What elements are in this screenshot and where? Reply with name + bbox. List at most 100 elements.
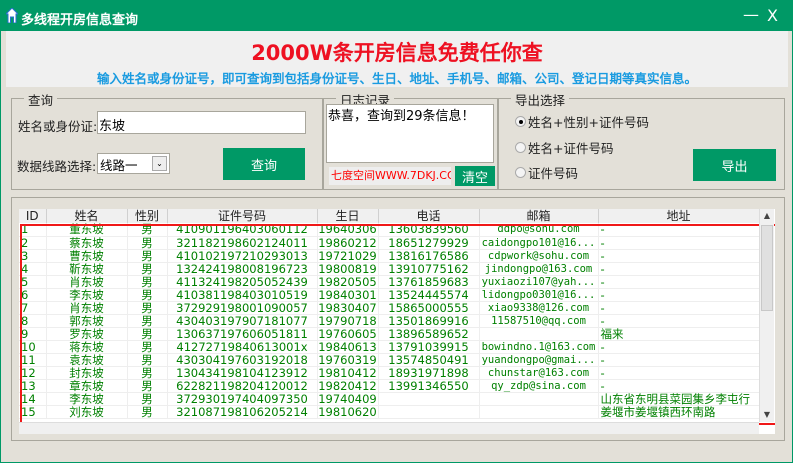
log-textarea[interactable]: 恭喜，查询到29条信息！ (326, 104, 494, 163)
radio-unchecked[interactable] (515, 167, 526, 178)
table-cell: 7 (19, 301, 47, 315)
table-cell: chunstar@163.com (479, 366, 599, 380)
export-option-id[interactable]: 证件号码 (515, 163, 578, 182)
table-cell: 19640306 (317, 223, 379, 237)
export-option-name-id[interactable]: 姓名+证件号码 (515, 138, 613, 157)
table-cell: 男 (127, 249, 168, 263)
headline: 2000W条开房信息免费任你查 (251, 41, 543, 65)
query-button[interactable]: 查询 (223, 148, 305, 180)
option-label: 姓名+证件号码 (528, 141, 614, 156)
table-cell: 411324198205052439 (167, 275, 318, 289)
table-row[interactable]: 11 袁东坡男 430304197603192018 19760319 13574850… (19, 353, 760, 367)
table-row[interactable]: 1 董东坡男 410901196403060112 19640306 136038395… (19, 223, 760, 237)
column-header[interactable]: 电话 (378, 209, 480, 223)
home-icon (6, 8, 18, 23)
table-cell (378, 405, 480, 419)
minimize-button[interactable]: — (743, 5, 759, 24)
table-cell: lidongpo0301@16... (479, 288, 599, 302)
table-row[interactable]: 3 曹东坡男 410102197210293013 19721029 138161765… (19, 249, 760, 263)
table-row[interactable]: 15 刘东坡男 321087198106205214 19810620 姜堰市姜堰镇西环… (19, 405, 760, 419)
table-row[interactable]: 14 李东坡男 372930197404097350 19740409 山东省东明县菜园… (19, 392, 760, 406)
table-cell: 13574850491 (378, 353, 480, 367)
table-cell: 130434198104123912 (167, 366, 318, 380)
table-cell: 13603839560 (378, 223, 480, 237)
scroll-up-icon[interactable]: ▲ (760, 209, 774, 223)
column-header[interactable]: 证件号码 (167, 209, 318, 223)
table-cell: 男 (127, 301, 168, 315)
column-header[interactable]: 地址 (598, 209, 760, 223)
clear-button[interactable]: 清空 (455, 166, 495, 186)
table-cell: yuandongpo@gmai... (479, 353, 599, 367)
table-cell: 372930197404097350 (167, 392, 318, 406)
line-select[interactable]: 线路一 ⌄ (97, 153, 170, 174)
column-header[interactable]: 生日 (317, 209, 379, 223)
name-input[interactable]: 东坡 (97, 111, 306, 134)
chevron-down-icon[interactable]: ⌄ (152, 156, 167, 171)
table-cell: 130637197606051811 (167, 327, 318, 341)
table-cell: - (598, 223, 760, 237)
radio-checked[interactable] (515, 116, 526, 127)
table-cell: caidongpo101@16... (479, 236, 599, 250)
line-select-value: 线路一 (100, 158, 138, 173)
table-row[interactable]: 7 肖东坡男 372929198001090057 19830407 158650005… (19, 301, 760, 315)
table-cell: 福来 (598, 327, 760, 341)
vertical-scrollbar[interactable]: ▲ ▼ (759, 209, 774, 422)
table-cell: 男 (127, 327, 168, 341)
radio-unchecked[interactable] (515, 142, 526, 153)
column-header[interactable]: 姓名 (46, 209, 128, 223)
table-cell: 15 (19, 405, 47, 419)
table-cell: 董东坡 (46, 223, 128, 237)
table-row[interactable]: 4 靳东坡男 132424198008196723 19800819 139107751… (19, 262, 760, 276)
table-cell: 9 (19, 327, 47, 341)
export-legend: 导出选择 (511, 90, 570, 109)
table-cell: 男 (127, 223, 168, 237)
table-cell: 男 (127, 379, 168, 393)
scroll-down-icon[interactable]: ▼ (760, 408, 774, 422)
table-cell: 13501869916 (378, 314, 480, 328)
table-cell: 男 (127, 275, 168, 289)
results-table: ID 姓名 性别 证件号码 生日 电话 邮箱 地址 1 董东坡男 4109011964030601… (19, 209, 775, 434)
table-cell: - (598, 353, 760, 367)
table-cell: 刘东坡 (46, 405, 128, 419)
table-cell: - (598, 340, 760, 354)
table-cell: 男 (127, 353, 168, 367)
table-cell: 肖东坡 (46, 301, 128, 315)
query-legend: 查询 (24, 90, 58, 109)
table-cell: 男 (127, 262, 168, 276)
table-cell: 19760319 (317, 353, 379, 367)
table-cell: - (598, 288, 760, 302)
table-cell (479, 405, 599, 419)
table-cell: 19830407 (317, 301, 379, 315)
export-button[interactable]: 导出 (693, 149, 776, 181)
table-cell: 郭东坡 (46, 314, 128, 328)
table-row[interactable]: 12 封东坡男 130434198104123912 19810412 18931971… (19, 366, 760, 380)
scroll-thumb[interactable] (761, 225, 773, 311)
table-row[interactable]: 5 肖东坡男 411324198205052439 19820505 137618596… (19, 275, 760, 289)
table-cell: 18931971898 (378, 366, 480, 380)
table-cell (479, 392, 599, 406)
table-cell: 蒋东坡 (46, 340, 128, 354)
table-row[interactable]: 13 章东坡男 622821198204120012 19820412 13991346… (19, 379, 760, 393)
export-option-name-gender-id[interactable]: 姓名+性别+证件号码 (515, 112, 649, 131)
table-cell: 14 (19, 392, 47, 406)
table-row[interactable]: 8 郭东坡男 430403197907181077 19790718 135018699… (19, 314, 760, 328)
table-row[interactable]: 9 罗东坡男 130637197606051811 19760605 138965896… (19, 327, 760, 341)
table-row[interactable]: 10 蒋东坡男 412727198406130​01x 19840613 1379103… (19, 340, 760, 354)
table-cell: 男 (127, 236, 168, 250)
horizontal-scrollbar[interactable] (19, 422, 759, 434)
table-cell: 李东坡 (46, 392, 128, 406)
table-cell: 封东坡 (46, 366, 128, 380)
table-cell: qy_zdp@sina.com (479, 379, 599, 393)
column-header[interactable]: 性别 (127, 209, 168, 223)
table-row[interactable]: 6 李东坡男 410381198403010519 19840301 135244455… (19, 288, 760, 302)
column-header[interactable]: ID (19, 209, 47, 223)
table-cell: 袁东坡 (46, 353, 128, 367)
table-row[interactable]: 2 蔡东坡男 321182198602124011 19860212 186512799… (19, 236, 760, 250)
site-link[interactable]: 七度空间WWW.7DKJ.COM (329, 167, 451, 185)
table-cell: 18651279929 (378, 236, 480, 250)
close-button[interactable]: X (767, 6, 778, 25)
table-cell: 19820412 (317, 379, 379, 393)
table-cell: 11587510@qq.com (479, 314, 599, 328)
column-header[interactable]: 邮箱 (479, 209, 599, 223)
table-cell: - (598, 262, 760, 276)
